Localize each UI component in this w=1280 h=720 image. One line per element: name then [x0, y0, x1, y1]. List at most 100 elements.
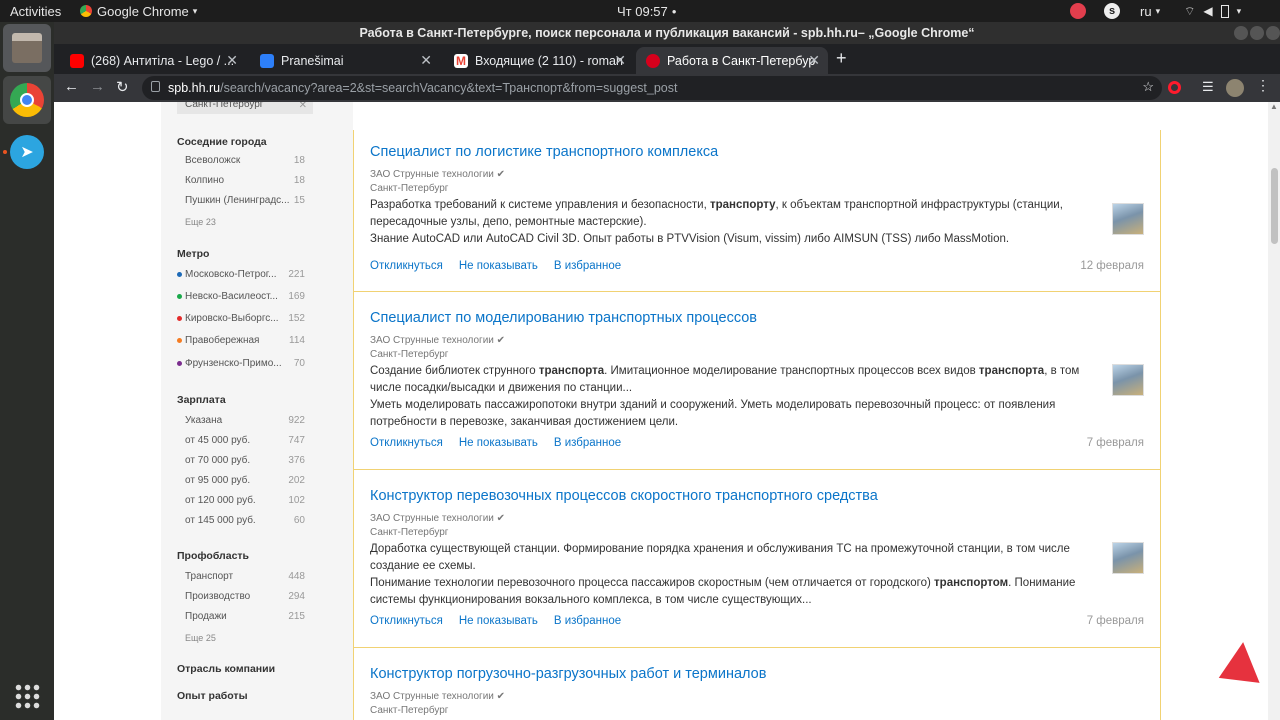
metro-line-dot — [177, 293, 182, 299]
language-indicator[interactable]: ru — [1140, 4, 1152, 19]
vacancy-card: Конструктор перевозочных процессов скоро… — [354, 470, 1160, 648]
chrome-dock-icon[interactable] — [3, 76, 51, 124]
vacancy-list: Специалист по логистике транспортного ко… — [353, 130, 1161, 720]
scrollbar[interactable]: ▲ — [1268, 102, 1280, 720]
chrome-window: Работа в Санкт-Петербурге, поиск персона… — [54, 22, 1280, 720]
apply-link[interactable]: Откликнуться — [370, 615, 443, 627]
battery-icon[interactable] — [1220, 4, 1229, 18]
company-link[interactable]: ЗАО Струнные технологии ✔ — [370, 691, 505, 702]
vacancy-title-link[interactable]: Специалист по моделированию транспортных… — [370, 310, 757, 326]
vacancy-desc: Создание библиотек струнного транспорта.… — [370, 365, 1080, 428]
reload-icon[interactable]: ↻ — [116, 78, 129, 96]
vacancy-city: Санкт-Петербург — [370, 349, 449, 360]
favorite-link[interactable]: В избранное — [554, 260, 621, 272]
scrollbar-thumb[interactable] — [1271, 168, 1278, 244]
close-icon[interactable]: ✕ — [299, 102, 307, 113]
metro-line-dot — [177, 271, 182, 277]
tab-pranesimai[interactable]: Pranešimai ✕ — [250, 47, 440, 74]
close-icon[interactable]: ✕ — [420, 52, 432, 69]
company-link[interactable]: ЗАО Струнные технологии ✔ — [370, 169, 505, 180]
tab-label: Входящие (2 110) - roman — [475, 53, 623, 68]
show-more-link[interactable]: Еще 23 — [185, 217, 216, 227]
company-link[interactable]: ЗАО Струнные технологии ✔ — [370, 513, 505, 524]
filters-sidebar: Санкт-Петербург ✕ Соседние города Всевол… — [161, 102, 353, 720]
filter-label: от 45 000 руб. — [185, 435, 251, 446]
new-tab-button[interactable]: + — [836, 48, 847, 69]
metro-title: Метро — [177, 248, 210, 260]
vacancy-card: Специалист по логистике транспортного ко… — [354, 130, 1160, 292]
back-icon[interactable]: ← — [64, 78, 79, 95]
telegram-icon[interactable]: ➤ — [3, 128, 51, 176]
close-icon[interactable]: ✕ — [808, 52, 820, 69]
menu-icon[interactable]: ⋮ — [1256, 77, 1270, 94]
running-indicator — [3, 150, 7, 154]
forward-icon[interactable]: → — [90, 78, 105, 95]
apply-link[interactable]: Откликнуться — [370, 260, 443, 272]
chrome-icon — [80, 5, 92, 17]
vacancy-title-link[interactable]: Конструктор погрузочно-разгрузочных рабо… — [370, 666, 766, 682]
region-chip[interactable]: Санкт-Петербург ✕ — [177, 102, 313, 114]
scroll-up-icon[interactable]: ▲ — [1270, 102, 1278, 111]
vacancy-title-link[interactable]: Конструктор перевозочных процессов скоро… — [370, 488, 878, 504]
filter-label: Указана — [185, 415, 223, 426]
favorite-link[interactable]: В избранное — [554, 437, 621, 449]
wifi-icon[interactable]: ⌔ — [1184, 4, 1195, 19]
tab-gmail[interactable]: M Входящие (2 110) - roman ✕ — [444, 47, 634, 74]
clock[interactable]: Чт 09:57 ● — [617, 0, 677, 22]
app-menu[interactable]: Google Chrome ▾ — [80, 0, 197, 22]
favorite-link[interactable]: В избранное — [554, 615, 621, 627]
experience-title[interactable]: Опыт работы — [177, 690, 248, 702]
activities-button[interactable]: Activities — [10, 0, 61, 22]
clock-text: Чт 09:57 — [617, 3, 668, 19]
hide-link[interactable]: Не показывать — [459, 260, 538, 272]
industry-title[interactable]: Отрасль компании — [177, 663, 275, 675]
red-app-icon[interactable] — [1070, 3, 1086, 19]
vacancy-actions: Откликнуться Не показывать В избранное — [370, 615, 637, 627]
close-icon[interactable]: ✕ — [614, 52, 626, 69]
filter-count: 114 — [289, 335, 305, 346]
avatar[interactable] — [1226, 79, 1244, 97]
vacancy-date: 12 февраля — [1080, 260, 1144, 272]
notification-dot-icon: ● — [671, 6, 677, 16]
filter-count: 221 — [288, 269, 305, 280]
vacancy-title-link[interactable]: Специалист по логистике транспортного ко… — [370, 144, 718, 160]
filter-count: 294 — [288, 591, 305, 602]
neighbors-title: Соседние города — [177, 136, 267, 148]
reading-list-icon[interactable]: ☰ — [1202, 79, 1214, 95]
filter-count: 448 — [288, 571, 305, 582]
volume-icon[interactable]: ◀ — [1203, 4, 1212, 18]
hide-link[interactable]: Не показывать — [459, 437, 538, 449]
filter-label: Правобережная — [185, 335, 260, 346]
hide-link[interactable]: Не показывать — [459, 615, 538, 627]
skype-icon[interactable]: s — [1104, 3, 1120, 19]
files-icon[interactable] — [3, 24, 51, 72]
page-content: Санкт-Петербург ✕ Соседние города Всевол… — [54, 102, 1280, 720]
apply-link[interactable]: Откликнуться — [370, 437, 443, 449]
chevron-down-icon: ▾ — [1155, 5, 1161, 16]
company-link[interactable]: ЗАО Струнные технологии ✔ — [370, 335, 505, 346]
tab-youtube[interactable]: (268) Антитіла - Lego / ... ✕ — [60, 47, 246, 74]
filter-label: Фрунзенско-Примо... — [185, 358, 282, 369]
metro-line-dot — [177, 360, 182, 366]
chevron-down-icon[interactable]: ▾ — [1237, 6, 1242, 17]
vacancy-city: Санкт-Петербург — [370, 705, 449, 716]
close-window-icon[interactable] — [1266, 26, 1280, 40]
airmail-icon[interactable] — [1176, 642, 1260, 710]
close-icon[interactable]: ✕ — [226, 52, 238, 69]
tab-hh[interactable]: Работа в Санкт-Петербур ✕ — [636, 47, 828, 74]
gmail-icon: M — [454, 53, 468, 68]
opera-icon[interactable] — [1168, 81, 1181, 94]
show-more-link[interactable]: Еще 25 — [185, 633, 216, 643]
company-logo[interactable] — [1112, 203, 1144, 235]
address-bar[interactable]: spb.hh.ru/search/vacancy?area=2&st=searc… — [142, 76, 1162, 100]
company-logo[interactable] — [1112, 364, 1144, 396]
bookmark-star-icon[interactable]: ☆ — [1142, 79, 1154, 95]
metro-line-dot — [177, 315, 182, 321]
filter-count: 18 — [293, 175, 305, 186]
show-apps-icon[interactable] — [3, 672, 51, 720]
filter-count: 60 — [293, 515, 305, 526]
maximize-icon[interactable] — [1250, 26, 1264, 40]
filter-count: 102 — [288, 495, 305, 506]
minimize-icon[interactable] — [1234, 26, 1248, 40]
company-logo[interactable] — [1112, 542, 1144, 574]
